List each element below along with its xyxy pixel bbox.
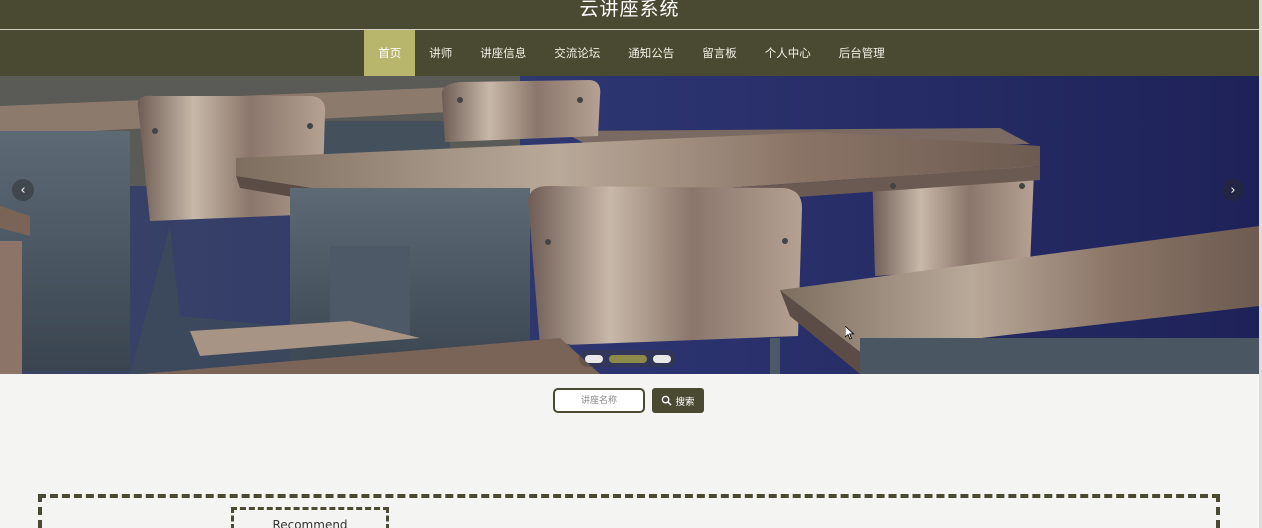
header-bar: 云讲座系统	[0, 0, 1259, 30]
nav-item-admin[interactable]: 后台管理	[825, 30, 899, 76]
nav-item-lecturers[interactable]: 讲师	[415, 30, 466, 76]
search-icon	[662, 395, 673, 406]
nav-item-personal-center[interactable]: 个人中心	[751, 30, 825, 76]
search-button-label: 搜索	[675, 396, 695, 408]
carousel-dot-active[interactable]	[608, 354, 647, 363]
search-button[interactable]: 搜索	[652, 388, 704, 413]
banner-carousel[interactable]	[0, 76, 1259, 374]
main-nav: 首页 讲师 讲座信息 交流论坛 通知公告 留言板 个人中心 后台管理	[0, 30, 1259, 76]
nav-item-announcements[interactable]: 通知公告	[614, 30, 688, 76]
carousel-next-button[interactable]: ›	[1222, 179, 1244, 201]
nav-item-forum[interactable]: 交流论坛	[540, 30, 614, 76]
nav-item-home[interactable]: 首页	[364, 30, 416, 76]
search-input[interactable]	[553, 388, 645, 413]
carousel-dot[interactable]	[584, 354, 603, 363]
nav-item-message-board[interactable]: 留言板	[688, 30, 751, 76]
mouse-cursor-icon	[845, 326, 855, 340]
recommend-section	[38, 494, 1220, 528]
site-title: 云讲座系统	[579, 0, 680, 20]
recommend-title: Recommend	[231, 507, 389, 528]
carousel-dot[interactable]	[652, 354, 671, 363]
banner-classroom-image	[0, 76, 1259, 374]
carousel-indicators	[579, 350, 676, 367]
chevron-right-icon: ›	[1230, 182, 1236, 198]
carousel-prev-button[interactable]: ‹	[12, 179, 34, 201]
nav-item-lecture-info[interactable]: 讲座信息	[466, 30, 540, 76]
chevron-left-icon: ‹	[20, 182, 26, 198]
page: 云讲座系统 首页 讲师 讲座信息 交流论坛 通知公告 留言板 个人中心 后台管理	[0, 0, 1262, 528]
